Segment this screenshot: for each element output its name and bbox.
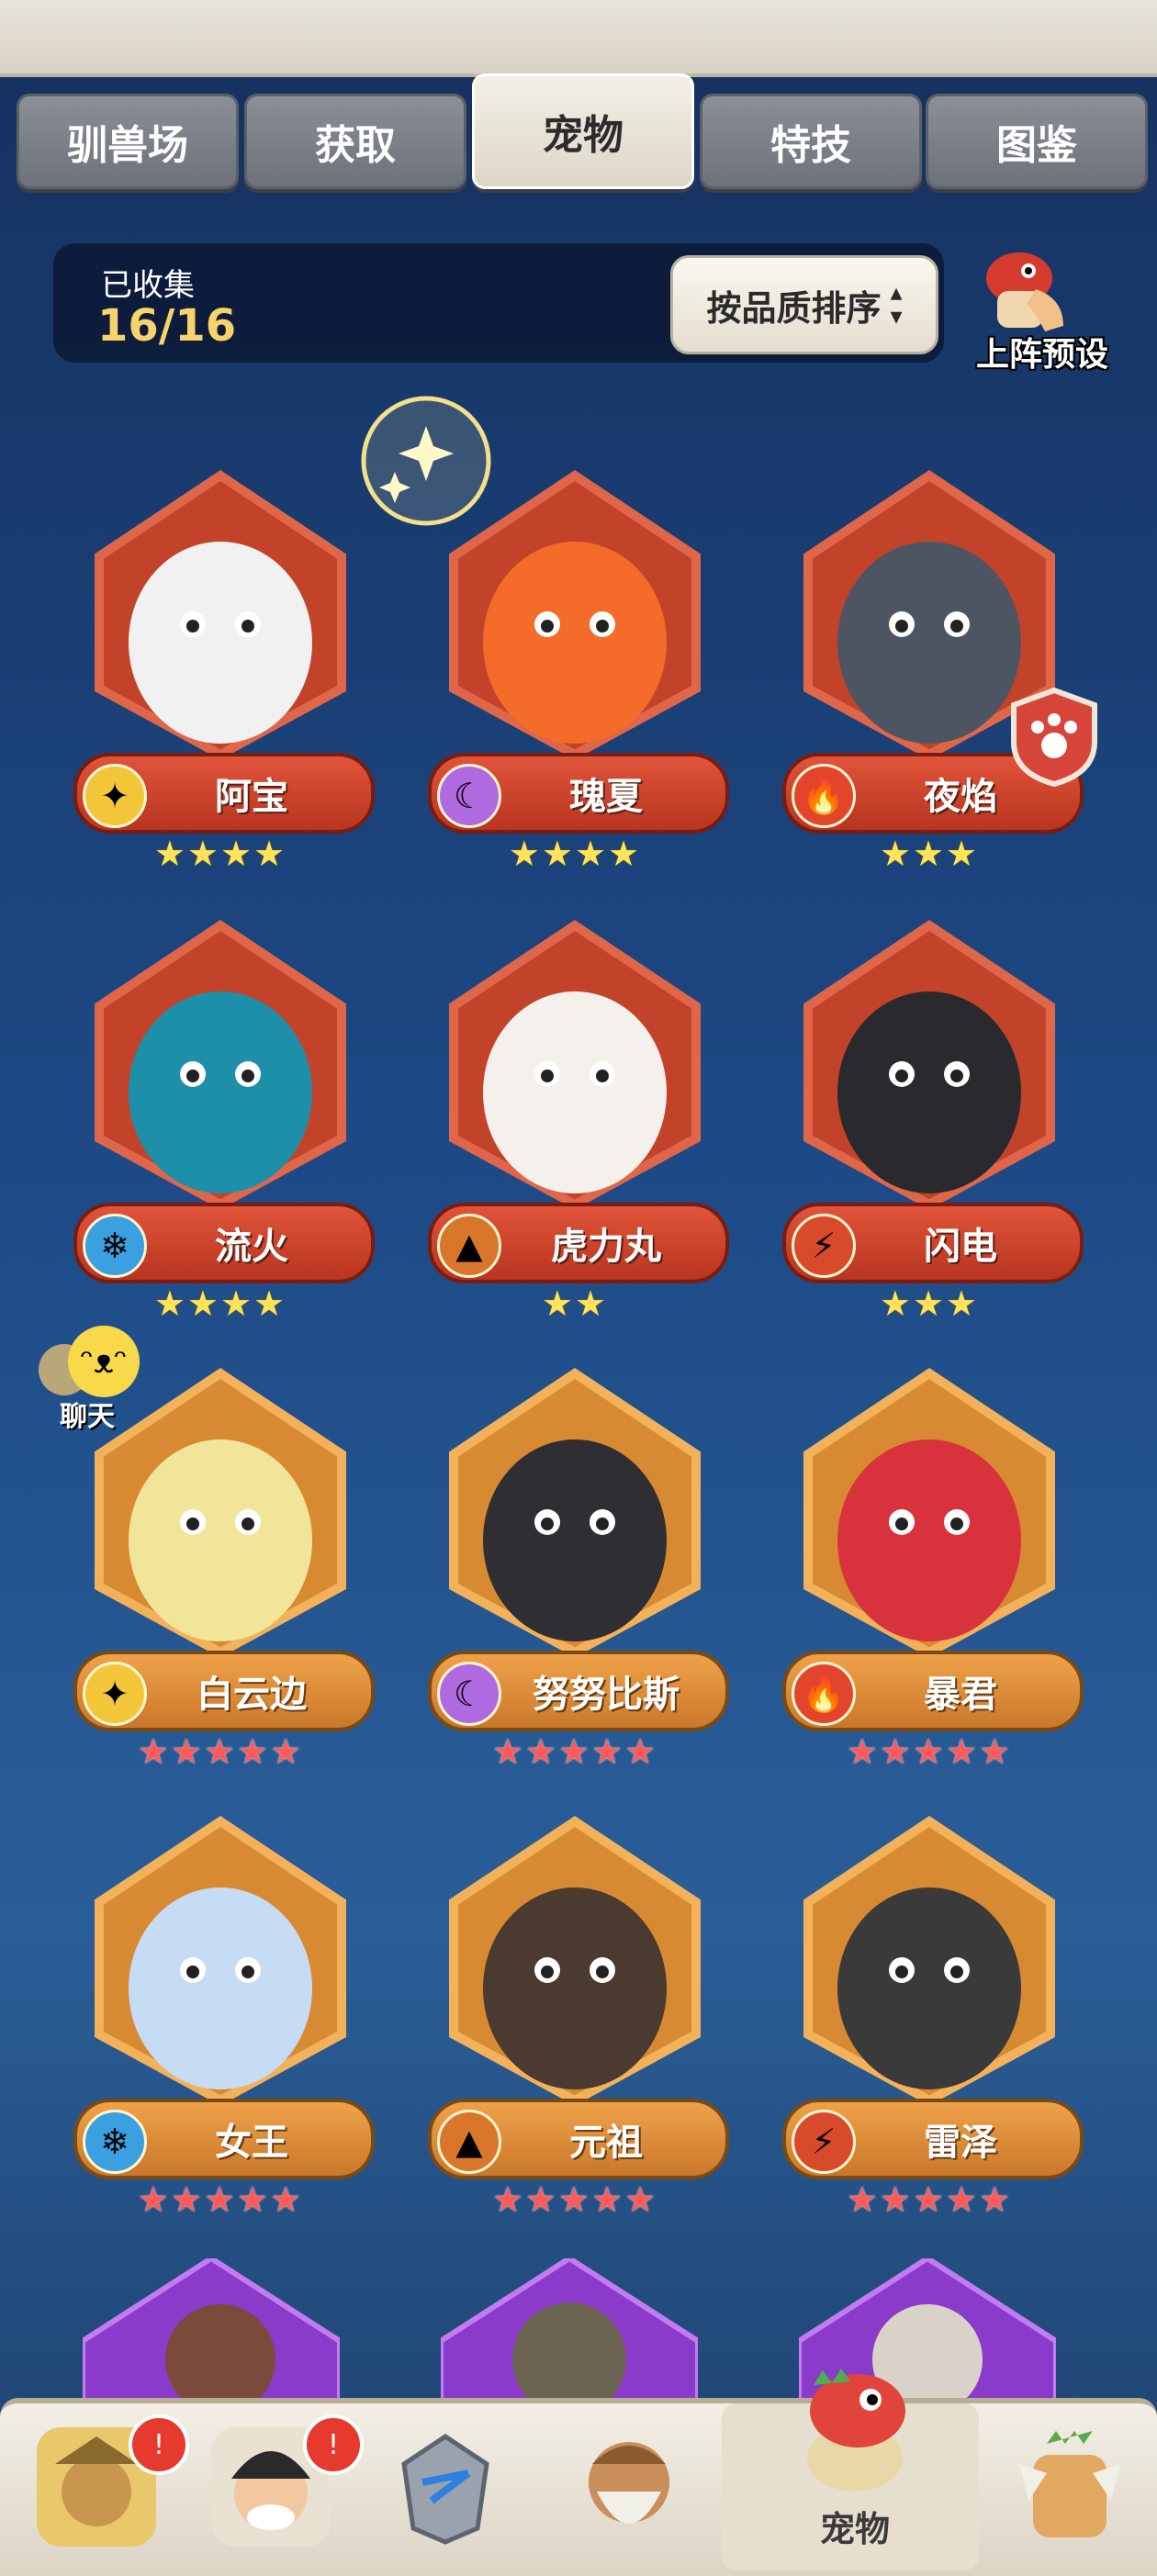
dino-hand-icon xyxy=(986,252,1063,331)
pet-card-partial[interactable] xyxy=(441,2258,698,2405)
paw-badge-icon xyxy=(1010,687,1098,788)
chat-button[interactable]: ᵔᴥᵔ 聊天 xyxy=(28,1322,147,1433)
pet-name: 白云边 xyxy=(197,1674,307,1716)
pet-portrait xyxy=(449,1367,701,1658)
pet-card[interactable]: ☾ 瑰夏 ★★★★ xyxy=(419,459,731,881)
tab-training-ground[interactable]: 驯兽场 xyxy=(17,94,239,189)
pet-name-bar: ❄ 女王 xyxy=(73,2099,375,2179)
nav-equipment[interactable] xyxy=(367,2418,523,2556)
top-banner xyxy=(0,0,1157,77)
pet-name-bar: ▲ 虎力丸 xyxy=(428,1203,729,1283)
pet-name: 虎力丸 xyxy=(551,1226,661,1268)
notification-badge: ! xyxy=(129,2414,189,2475)
pet-card[interactable]: ▲ 虎力丸 ★★ xyxy=(419,909,731,1331)
notification-badge: ! xyxy=(303,2414,364,2475)
pet-name: 瑰夏 xyxy=(569,776,643,818)
pet-card[interactable]: ☾ 努努比斯 ★★★★★ xyxy=(419,1357,731,1779)
armor-icon xyxy=(401,2433,489,2545)
tab-bar: 驯兽场 获取 宠物 特技 图鉴 xyxy=(0,73,1157,193)
pet-name-bar: ⚡ 闪电 xyxy=(782,1203,1084,1283)
pet-card[interactable]: ⚡ 闪电 ★★★ xyxy=(773,909,1085,1331)
collection-label: 已收集 xyxy=(101,267,195,304)
sort-button[interactable]: 按品质排序 ▴ ▾ xyxy=(670,255,938,354)
pet-portrait xyxy=(803,919,1055,1210)
pet-name: 阿宝 xyxy=(215,776,288,818)
tab-pets[interactable]: 宠物 xyxy=(472,73,694,189)
pet-name: 雷泽 xyxy=(924,2122,997,2164)
pet-name-bar: ✦ 白云边 xyxy=(73,1651,375,1731)
pet-name-bar: 🔥 暴君 xyxy=(782,1651,1084,1731)
pet-portrait xyxy=(803,1815,1055,2106)
nav-boy[interactable]: ! xyxy=(193,2414,364,2556)
chat-label: 聊天 xyxy=(60,1401,115,1433)
totem-icon xyxy=(1019,2431,1120,2537)
pet-card-partial[interactable] xyxy=(83,2258,340,2405)
pet-portrait xyxy=(449,1815,701,2106)
pet-stars: ★★★★ xyxy=(153,834,287,874)
pet-dino-icon xyxy=(807,2369,905,2492)
pet-card[interactable]: ✦ 阿宝 ★★★★ xyxy=(64,459,376,881)
pet-portrait xyxy=(95,1815,346,2106)
pet-name: 女王 xyxy=(215,2122,288,2164)
smiley-icon: ᵔᴥᵔ xyxy=(68,1326,140,1397)
tab-codex[interactable]: 图鉴 xyxy=(926,94,1148,189)
pet-stars: ★★★★★ xyxy=(137,2179,304,2220)
pet-portrait xyxy=(449,919,701,1210)
nav-hunter[interactable]: ! xyxy=(18,2414,189,2556)
pet-stars: ★★★ xyxy=(879,1283,980,1324)
pet-name: 元祖 xyxy=(569,2122,643,2164)
pet-name: 努努比斯 xyxy=(533,1674,680,1716)
pet-stars: ★★★★ xyxy=(153,1283,287,1324)
sort-chevron-icon: ▴ ▾ xyxy=(890,279,903,330)
pet-name-bar: ✦ 阿宝 xyxy=(73,753,375,834)
pet-name-bar: ☾ 瑰夏 xyxy=(428,753,729,834)
pet-card[interactable]: ❄ 女王 ★★★★★ xyxy=(64,1805,376,2227)
pet-portrait xyxy=(803,1367,1055,1658)
pet-card[interactable]: 🔥 夜焰 ★★★ xyxy=(773,459,1085,881)
pet-portrait xyxy=(449,469,701,760)
pet-stars: ★★★★ xyxy=(508,834,642,874)
pet-card[interactable]: ▲ 元祖 ★★★★★ xyxy=(419,1805,731,2227)
pet-portrait xyxy=(95,919,346,1210)
pet-stars: ★★★★★ xyxy=(846,2179,1013,2220)
pet-stars: ★★★★★ xyxy=(491,2179,658,2220)
pet-stars: ★★★★★ xyxy=(846,1731,1013,1772)
nav-pets[interactable]: 宠物 xyxy=(777,2358,933,2549)
pet-name-bar: ❄ 流火 xyxy=(73,1203,375,1283)
pet-stars: ★★ xyxy=(541,1283,609,1324)
preset-label: 上阵预设 xyxy=(975,336,1108,374)
pet-name: 暴君 xyxy=(924,1674,997,1716)
lineup-preset-button[interactable]: 上阵预设 xyxy=(955,234,1129,374)
tab-skills[interactable]: 特技 xyxy=(700,94,922,189)
pet-name-bar: ▲ 元祖 xyxy=(428,2099,729,2179)
nav-totem[interactable] xyxy=(992,2418,1148,2556)
nav-pets-label: 宠物 xyxy=(819,2509,890,2549)
pet-portrait xyxy=(95,469,346,760)
pet-card[interactable]: ⚡ 雷泽 ★★★★★ xyxy=(773,1805,1085,2227)
pet-stars: ★★★★★ xyxy=(491,1731,658,1772)
pet-name: 流火 xyxy=(215,1226,288,1268)
pet-card[interactable]: 🔥 暴君 ★★★★★ xyxy=(773,1357,1085,1779)
tab-acquire[interactable]: 获取 xyxy=(244,94,466,189)
pet-name-bar: ☾ 努努比斯 xyxy=(428,1651,729,1731)
sort-label: 按品质排序 xyxy=(706,287,882,329)
nav-elder[interactable] xyxy=(551,2418,707,2556)
elder-avatar-icon xyxy=(589,2442,669,2524)
collection-count: 16/16 xyxy=(97,300,237,352)
pet-card[interactable]: ❄ 流火 ★★★★ xyxy=(64,909,376,1331)
pet-stars: ★★★ xyxy=(879,834,980,874)
pet-stars: ★★★★★ xyxy=(137,1731,304,1772)
pet-name: 闪电 xyxy=(924,1226,997,1268)
pet-name-bar: ⚡ 雷泽 xyxy=(782,2099,1084,2179)
